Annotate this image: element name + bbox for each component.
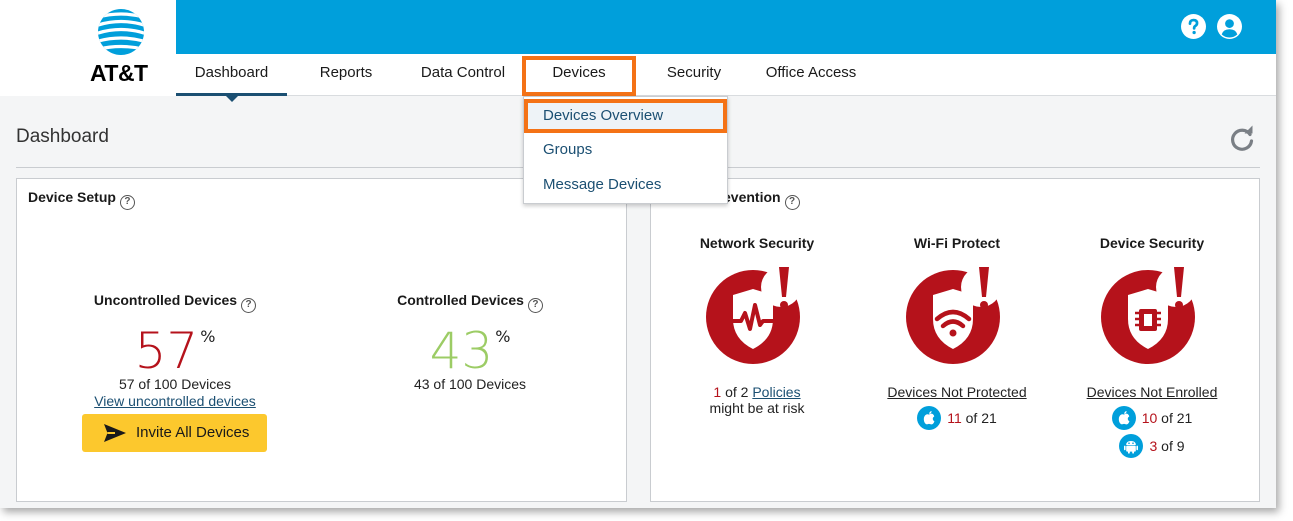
devices-not-protected-link[interactable]: Devices Not Protected — [857, 384, 1057, 400]
nav-tab-office-access[interactable]: Office Access — [756, 54, 866, 96]
controlled-label: Controlled Devices — [397, 292, 524, 308]
card-title: Device Setup? — [28, 189, 135, 210]
policies-link[interactable]: Policies — [752, 384, 800, 400]
att-globe-icon[interactable] — [97, 8, 145, 56]
threat-prevention-title: evention — [723, 189, 781, 205]
uncontrolled-value: 57 — [134, 322, 199, 380]
brand-logo-text: AT&T — [90, 60, 148, 86]
percent-unit: % — [495, 327, 511, 346]
android-icon — [1119, 434, 1144, 458]
nav-tab-label: Security — [666, 64, 722, 81]
invite-button-label: Invite All Devices — [136, 424, 250, 441]
wifi-protect-panel: Wi-Fi Protect Devices Not Protected 11 o… — [857, 235, 1057, 430]
nav-tab-label: Devices — [552, 64, 606, 81]
percent-unit: % — [200, 327, 216, 346]
device-security-alert-icon[interactable] — [1100, 265, 1204, 365]
apple-icon — [917, 406, 942, 430]
policies-total: of 2 — [721, 384, 753, 400]
controlled-devices-stat: Controlled Devices? 43% 43 of 100 Device… — [370, 292, 570, 392]
help-circle-icon[interactable]: ? — [119, 195, 135, 210]
uncontrolled-count: 57 of 100 Devices — [118, 376, 232, 392]
help-icon[interactable] — [1181, 14, 1206, 39]
app-window: AT&T Dashboard Reports Data Control Devi… — [0, 0, 1276, 508]
devices-not-enrolled-link[interactable]: Devices Not Enrolled — [1052, 384, 1252, 400]
card-title: evention? — [723, 189, 800, 210]
network-security-title: Network Security — [699, 235, 815, 251]
nav-tab-label: Office Access — [765, 64, 857, 81]
menu-item-devices-overview[interactable]: Devices Overview — [524, 99, 727, 133]
device-setup-card: Device Setup? Uncontrolled Devices? 57% … — [16, 178, 627, 502]
controlled-value: 43 — [429, 322, 494, 380]
threat-prevention-card: evention? Network Security 1 of 2 Polici… — [650, 178, 1260, 502]
nav-tab-label: Dashboard — [194, 64, 269, 81]
wifi-protect-alert-icon[interactable] — [905, 265, 1009, 365]
device-ios-count-line: 10 of 21 — [1142, 410, 1193, 426]
uncontrolled-label: Uncontrolled Devices — [93, 292, 238, 308]
invite-all-devices-button[interactable]: Invite All Devices — [82, 414, 267, 452]
device-ios-row: 10 of 21 — [1052, 406, 1252, 430]
nav-tab-devices[interactable]: Devices — [526, 54, 632, 96]
policies-at-risk-line: 1 of 2 Policies — [657, 384, 857, 400]
send-icon — [104, 424, 126, 442]
page-title: Dashboard — [16, 126, 109, 147]
apple-icon — [1111, 406, 1136, 430]
device-ios-count: 10 — [1141, 410, 1158, 426]
nav-tab-security[interactable]: Security — [652, 54, 736, 96]
network-security-alert-icon[interactable] — [705, 265, 809, 365]
wifi-ios-row: 11 of 21 — [857, 406, 1057, 430]
stat-label: Uncontrolled Devices? — [75, 292, 275, 313]
device-setup-title: Device Setup — [28, 189, 116, 205]
wifi-ios-count: 11 — [947, 410, 962, 426]
menu-item-message-devices[interactable]: Message Devices — [524, 168, 727, 202]
device-android-row: 3 of 9 — [1052, 434, 1252, 458]
logo-slant — [146, 0, 176, 54]
uncontrolled-devices-stat: Uncontrolled Devices? 57% 57 of 100 Devi… — [75, 292, 275, 409]
menu-item-groups[interactable]: Groups — [524, 133, 727, 167]
user-icon[interactable] — [1217, 14, 1242, 39]
nav-tab-data-control[interactable]: Data Control — [408, 54, 518, 96]
help-circle-icon[interactable]: ? — [241, 298, 257, 313]
nav-tab-label: Reports — [319, 64, 373, 81]
device-security-panel: Device Security Devices Not Enrolled 10 … — [1052, 235, 1252, 458]
device-ios-total: of 21 — [1157, 410, 1193, 426]
uncontrolled-percent: 57% — [75, 313, 275, 376]
stat-label: Controlled Devices? — [370, 292, 570, 313]
help-circle-icon[interactable]: ? — [527, 298, 543, 313]
active-tab-caret-icon — [225, 96, 238, 102]
wifi-ios-total: of 21 — [961, 410, 997, 426]
view-uncontrolled-devices-link[interactable]: View uncontrolled devices — [75, 393, 275, 409]
wifi-ios-count-line: 11 of 21 — [947, 410, 997, 426]
android-count-line: 3 of 9 — [1149, 438, 1184, 454]
nav-tab-reports[interactable]: Reports — [304, 54, 388, 96]
policies-risk-note: might be at risk — [709, 400, 805, 416]
nav-tab-dashboard[interactable]: Dashboard — [176, 54, 287, 102]
network-security-panel: Network Security 1 of 2 Policies might b… — [657, 235, 857, 416]
wifi-protect-title: Wi-Fi Protect — [913, 235, 1001, 251]
devices-dropdown-menu: Devices Overview Groups Message Devices — [523, 96, 728, 204]
help-circle-icon[interactable]: ? — [784, 195, 800, 210]
header-bar — [0, 0, 1276, 54]
controlled-percent: 43% — [370, 313, 570, 376]
nav-tab-label: Data Control — [420, 64, 506, 81]
refresh-icon[interactable] — [1228, 125, 1256, 153]
android-total: of 9 — [1157, 438, 1185, 454]
device-security-title: Device Security — [1099, 235, 1205, 251]
controlled-count: 43 of 100 Devices — [413, 376, 527, 392]
